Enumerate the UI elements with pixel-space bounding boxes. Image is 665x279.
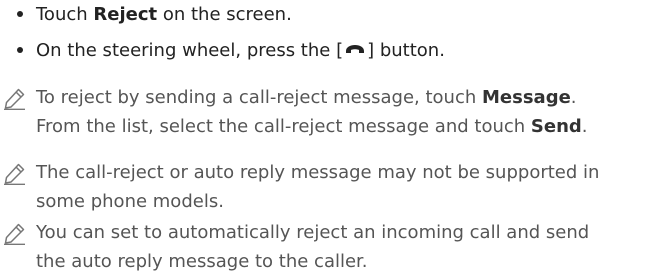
message-label: Message: [482, 87, 571, 108]
manual-page-fragment: Touch Reject on the screen. On the steer…: [0, 0, 665, 278]
bullet-item-steering-wheel: On the steering wheel, press the [ ] butt…: [17, 36, 445, 64]
bullet-item-touch-reject: Touch Reject on the screen.: [17, 0, 292, 28]
note-text: .: [581, 116, 588, 137]
note-text: .: [570, 87, 577, 108]
note-line: You can set to automatically reject an i…: [36, 222, 590, 243]
note-line: To reject by sending a call-reject messa…: [36, 84, 577, 112]
bullet-text-post: ] button.: [367, 39, 445, 61]
call-end-icon: [344, 40, 366, 61]
bullet-dot: [17, 47, 23, 53]
note-line: From the list, select the call-reject me…: [36, 113, 588, 141]
note-phone-support: The call-reject or auto reply message ma…: [0, 159, 665, 219]
bullet-text-post: on the screen.: [157, 3, 292, 25]
pencil-note-icon: [3, 87, 26, 110]
note-text: From the list, select the call-reject me…: [36, 116, 531, 137]
note-line: some phone models.: [36, 191, 224, 212]
pencil-note-icon: [3, 162, 26, 185]
reject-label: Reject: [93, 3, 158, 25]
note-line: The call-reject or auto reply message ma…: [36, 162, 600, 183]
bullet-dot: [17, 11, 23, 17]
note-text: To reject by sending a call-reject messa…: [36, 87, 482, 108]
bullet-text-pre: On the steering wheel, press the [: [36, 39, 344, 61]
bullet-text-pre: Touch: [36, 3, 94, 25]
note-auto-reject: You can set to automatically reject an i…: [0, 219, 665, 279]
pencil-note-icon: [3, 222, 26, 245]
note-line: the auto reply message to the caller.: [36, 251, 368, 272]
send-label: Send: [530, 116, 582, 137]
note-reject-message: To reject by sending a call-reject messa…: [0, 84, 665, 144]
